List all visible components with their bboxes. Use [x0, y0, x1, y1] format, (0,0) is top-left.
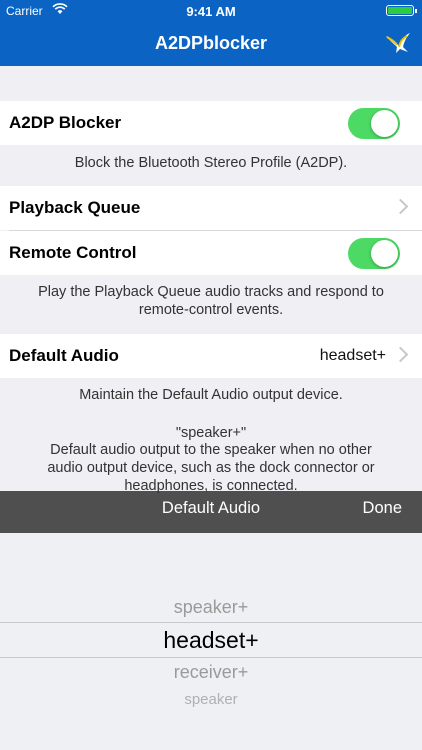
- chevron-right-icon: [392, 198, 409, 215]
- status-time: 9:41 AM: [186, 4, 236, 19]
- remote-control-label: Remote Control: [9, 243, 137, 262]
- speaker-desc-line-2: audio output device, such as the dock co…: [47, 460, 375, 476]
- a2dp-blocker-row: A2DP Blocker: [0, 101, 422, 145]
- playback-queue-label: Playback Queue: [9, 198, 141, 217]
- default-audio-label: Default Audio: [9, 346, 119, 365]
- swallow-bird-icon[interactable]: [384, 30, 412, 56]
- default-audio-row[interactable]: Default Audio headset+: [0, 334, 422, 378]
- battery-icon: [386, 5, 417, 16]
- picker-option[interactable]: speaker: [0, 691, 422, 708]
- picker-selection-top-line: [0, 622, 422, 623]
- chevron-right-icon: [392, 346, 409, 363]
- remote-footer-line-1: Play the Playback Queue audio tracks and…: [38, 284, 384, 300]
- remote-footer-line-2: remote-control events.: [138, 302, 284, 318]
- status-bar: Carrier 9:41 AM: [0, 0, 422, 22]
- speaker-plus-title: "speaker+": [175, 425, 247, 441]
- default-audio-value: headset+: [319, 347, 386, 364]
- picker-toolbar: Default Audio Done: [0, 491, 422, 533]
- playback-queue-row[interactable]: Playback Queue: [0, 186, 422, 230]
- remote-control-toggle[interactable]: [348, 238, 400, 269]
- picker-title: Default Audio: [161, 499, 261, 517]
- done-button[interactable]: Done: [363, 499, 402, 518]
- remote-control-row: Remote Control: [0, 231, 422, 275]
- navigation-bar: A2DPblocker: [0, 22, 422, 66]
- default-audio-picker[interactable]: speaker+ headset+ receiver+ speaker: [0, 533, 422, 750]
- a2dp-blocker-label: A2DP Blocker: [9, 113, 122, 132]
- a2dp-blocker-toggle[interactable]: [348, 108, 400, 139]
- picker-option-selected[interactable]: headset+: [0, 627, 422, 654]
- nav-title: A2DPblocker: [154, 33, 268, 53]
- default-audio-footer: Maintain the Default Audio output device…: [79, 387, 343, 403]
- picker-selection-bottom-line: [0, 657, 422, 658]
- picker-option[interactable]: speaker+: [0, 597, 422, 618]
- speaker-desc-line-1: Default audio output to the speaker when…: [50, 442, 372, 458]
- picker-option[interactable]: receiver+: [0, 662, 422, 683]
- a2dp-footer: Block the Bluetooth Stereo Profile (A2DP…: [74, 155, 348, 171]
